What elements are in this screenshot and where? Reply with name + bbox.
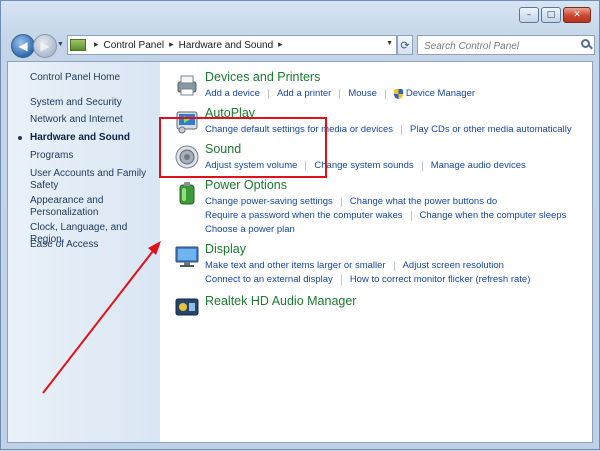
change-system-sounds-link[interactable]: Change system sounds: [314, 160, 413, 171]
sidebar-item-user-accounts[interactable]: User Accounts and Family Safety: [30, 168, 152, 192]
link-divider: [421, 160, 423, 171]
add-a-printer-link[interactable]: Add a printer: [277, 88, 331, 99]
refresh-button[interactable]: ⟳: [397, 35, 413, 55]
breadcrumb-separator-icon[interactable]: ▸: [278, 40, 283, 50]
play-cds-automatically-link[interactable]: Play CDs or other media automatically: [410, 124, 572, 135]
refresh-icon: ⟳: [400, 39, 410, 52]
breadcrumb-hardware-and-sound[interactable]: Hardware and Sound: [179, 40, 274, 51]
power-options-title[interactable]: Power Options: [205, 178, 287, 192]
link-divider: [401, 124, 402, 135]
breadcrumb-control-panel[interactable]: Control Panel: [104, 40, 165, 51]
sidebar-item-programs[interactable]: Programs: [30, 150, 152, 162]
mouse-link[interactable]: Mouse: [348, 88, 377, 99]
control-panel-window: – □ ✕ ◀ ▶ ▼ ▸ Control Panel ▸ Hardware a…: [0, 0, 600, 450]
forward-arrow-icon: ▶: [40, 39, 50, 53]
control-panel-icon: [70, 39, 86, 51]
uac-shield-icon: [393, 88, 403, 99]
display-title[interactable]: Display: [205, 242, 246, 256]
link-divider: [393, 260, 395, 271]
make-text-larger-link[interactable]: Make text and other items larger or smal…: [205, 260, 386, 271]
sidebar-item-hardware-and-sound[interactable]: Hardware and Sound: [30, 132, 152, 144]
power-options-links-row-3: Choose a power plan: [205, 224, 295, 235]
link-divider: [267, 88, 269, 99]
display-links-row-1: Make text and other items larger or smal…: [205, 260, 504, 271]
window-caption-buttons: – □ ✕: [519, 7, 591, 23]
search-icon[interactable]: [581, 39, 590, 48]
address-bar[interactable]: ▸ Control Panel ▸ Hardware and Sound ▸ ▼: [67, 35, 397, 55]
breadcrumb-separator-icon[interactable]: ▸: [94, 40, 99, 50]
change-power-buttons-link[interactable]: Change what the power buttons do: [350, 196, 497, 207]
back-button[interactable]: ◀: [11, 34, 35, 58]
connect-external-display-link[interactable]: Connect to an external display: [205, 274, 333, 285]
search-box[interactable]: [417, 35, 595, 56]
add-a-device-link[interactable]: Add a device: [205, 88, 260, 99]
forward-button[interactable]: ▶: [33, 34, 57, 58]
sidebar-item-network-and-internet[interactable]: Network and Internet: [30, 114, 152, 126]
back-arrow-icon: ◀: [18, 39, 28, 53]
battery-icon: [179, 182, 195, 205]
active-item-bullet-icon: [18, 136, 22, 140]
link-divider: [340, 196, 342, 207]
monitor-flicker-link[interactable]: How to correct monitor flicker (refresh …: [350, 274, 531, 285]
change-power-saving-settings-link[interactable]: Change power-saving settings: [205, 196, 333, 207]
annotation-highlight-box: [159, 117, 327, 178]
sidebar-item-control-panel-home[interactable]: Control Panel Home: [30, 72, 152, 84]
require-password-on-wake-link[interactable]: Require a password when the computer wak…: [205, 210, 403, 221]
maximize-button[interactable]: □: [541, 7, 561, 23]
choose-power-plan-link[interactable]: Choose a power plan: [205, 224, 295, 235]
power-options-links-row-1: Change power-saving settings Change what…: [205, 196, 497, 207]
printer-icon: [177, 75, 197, 96]
sidebar-item-appearance[interactable]: Appearance and Personalization: [30, 195, 152, 219]
minimize-button[interactable]: –: [519, 7, 539, 23]
address-dropdown-icon[interactable]: ▼: [386, 40, 393, 47]
change-sleep-time-link[interactable]: Change when the computer sleeps: [420, 210, 567, 221]
display-links-row-2: Connect to an external display How to co…: [205, 274, 530, 285]
sidebar: Control Panel Home System and Security N…: [8, 62, 160, 442]
link-divider: [339, 88, 341, 99]
link-divider: [340, 274, 342, 285]
recent-pages-dropdown[interactable]: ▼: [57, 41, 64, 48]
realtek-hd-audio-manager-title[interactable]: Realtek HD Audio Manager: [205, 294, 356, 308]
devices-and-printers-title[interactable]: Devices and Printers: [205, 70, 320, 84]
breadcrumb-separator-icon[interactable]: ▸: [169, 40, 174, 50]
sidebar-item-system-and-security[interactable]: System and Security: [30, 97, 152, 109]
power-options-links-row-2: Require a password when the computer wak…: [205, 210, 566, 221]
devices-and-printers-links: Add a device Add a printer Mouse Device …: [205, 88, 475, 99]
link-divider: [410, 210, 412, 221]
monitor-icon: [175, 246, 199, 267]
sidebar-item-ease-of-access[interactable]: Ease of Access: [30, 239, 152, 251]
manage-audio-devices-link[interactable]: Manage audio devices: [431, 160, 526, 171]
navigation-bar: ◀ ▶ ▼ ▸ Control Panel ▸ Hardware and Sou…: [7, 33, 595, 59]
adjust-screen-resolution-link[interactable]: Adjust screen resolution: [403, 260, 504, 271]
link-divider: [384, 88, 386, 99]
close-button[interactable]: ✕: [563, 7, 591, 23]
search-input[interactable]: [422, 37, 576, 56]
realtek-audio-icon: [175, 298, 199, 316]
device-manager-link[interactable]: Device Manager: [406, 88, 475, 99]
